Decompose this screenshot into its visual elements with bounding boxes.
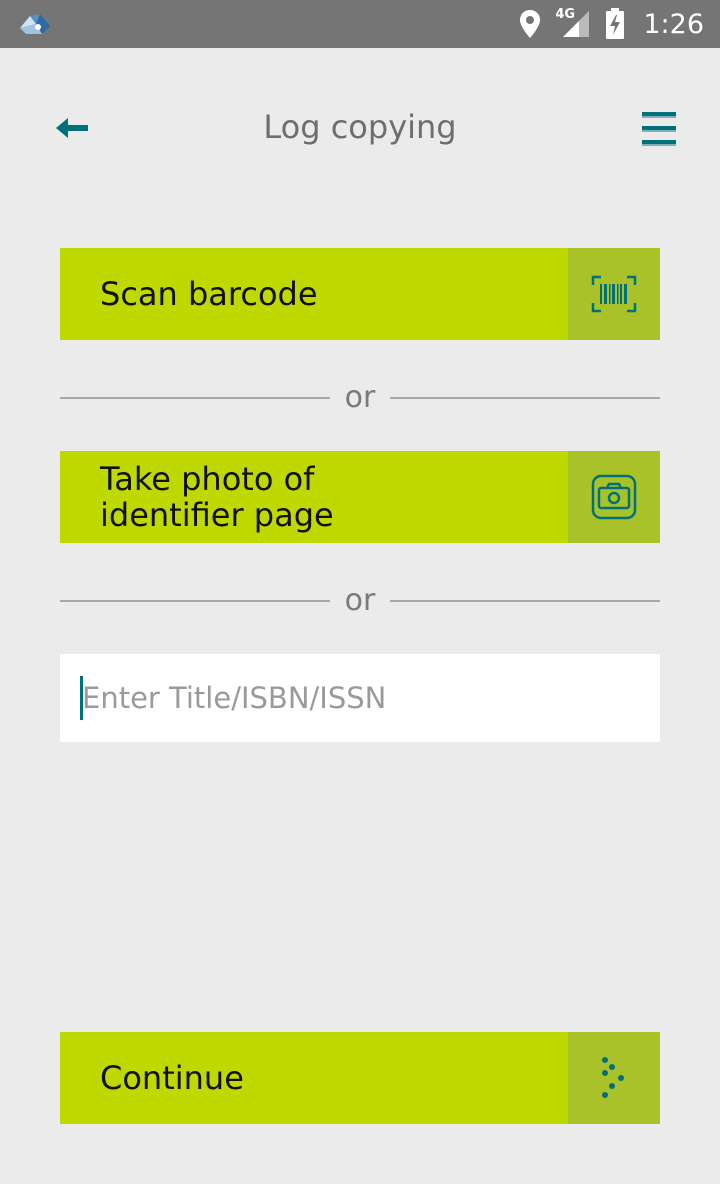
page-title: Log copying — [263, 108, 457, 146]
divider-line-right — [390, 397, 660, 399]
status-time: 1:26 — [643, 8, 704, 40]
barcode-scan-icon — [591, 275, 637, 313]
take-photo-label: Take photo of identifier page — [100, 451, 560, 543]
app-header: Log copying — [0, 96, 720, 166]
or-text: or — [344, 380, 376, 415]
or-divider: or — [60, 378, 660, 418]
scan-barcode-icon-box — [568, 248, 660, 340]
continue-label: Continue — [100, 1059, 244, 1097]
hamburger-menu-icon — [642, 112, 676, 146]
location-icon — [520, 10, 541, 38]
take-photo-label-line1: Take photo of — [100, 460, 315, 498]
camera-icon — [591, 474, 637, 520]
divider-line-left — [60, 600, 330, 602]
signal-icon: 4G — [555, 7, 591, 39]
take-photo-label-line2: identifier page — [100, 496, 334, 534]
app-logo-icon — [20, 14, 50, 34]
divider-line-right — [390, 600, 660, 602]
menu-button[interactable] — [640, 110, 680, 146]
title-isbn-input[interactable] — [82, 654, 642, 742]
scan-barcode-button[interactable]: Scan barcode — [60, 248, 660, 340]
scan-barcode-label: Scan barcode — [100, 275, 318, 313]
or-divider: or — [60, 581, 660, 621]
take-photo-button[interactable]: Take photo of identifier page — [60, 451, 660, 543]
take-photo-icon-box — [568, 451, 660, 543]
continue-icon-box — [568, 1032, 660, 1124]
or-text: or — [344, 583, 376, 618]
title-isbn-field[interactable] — [60, 654, 660, 742]
divider-line-left — [60, 397, 330, 399]
dotted-arrow-icon — [602, 1057, 624, 1098]
status-bar: 4G 1:26 — [0, 0, 720, 48]
continue-button[interactable]: Continue — [60, 1032, 660, 1124]
battery-charging-icon — [606, 8, 625, 39]
